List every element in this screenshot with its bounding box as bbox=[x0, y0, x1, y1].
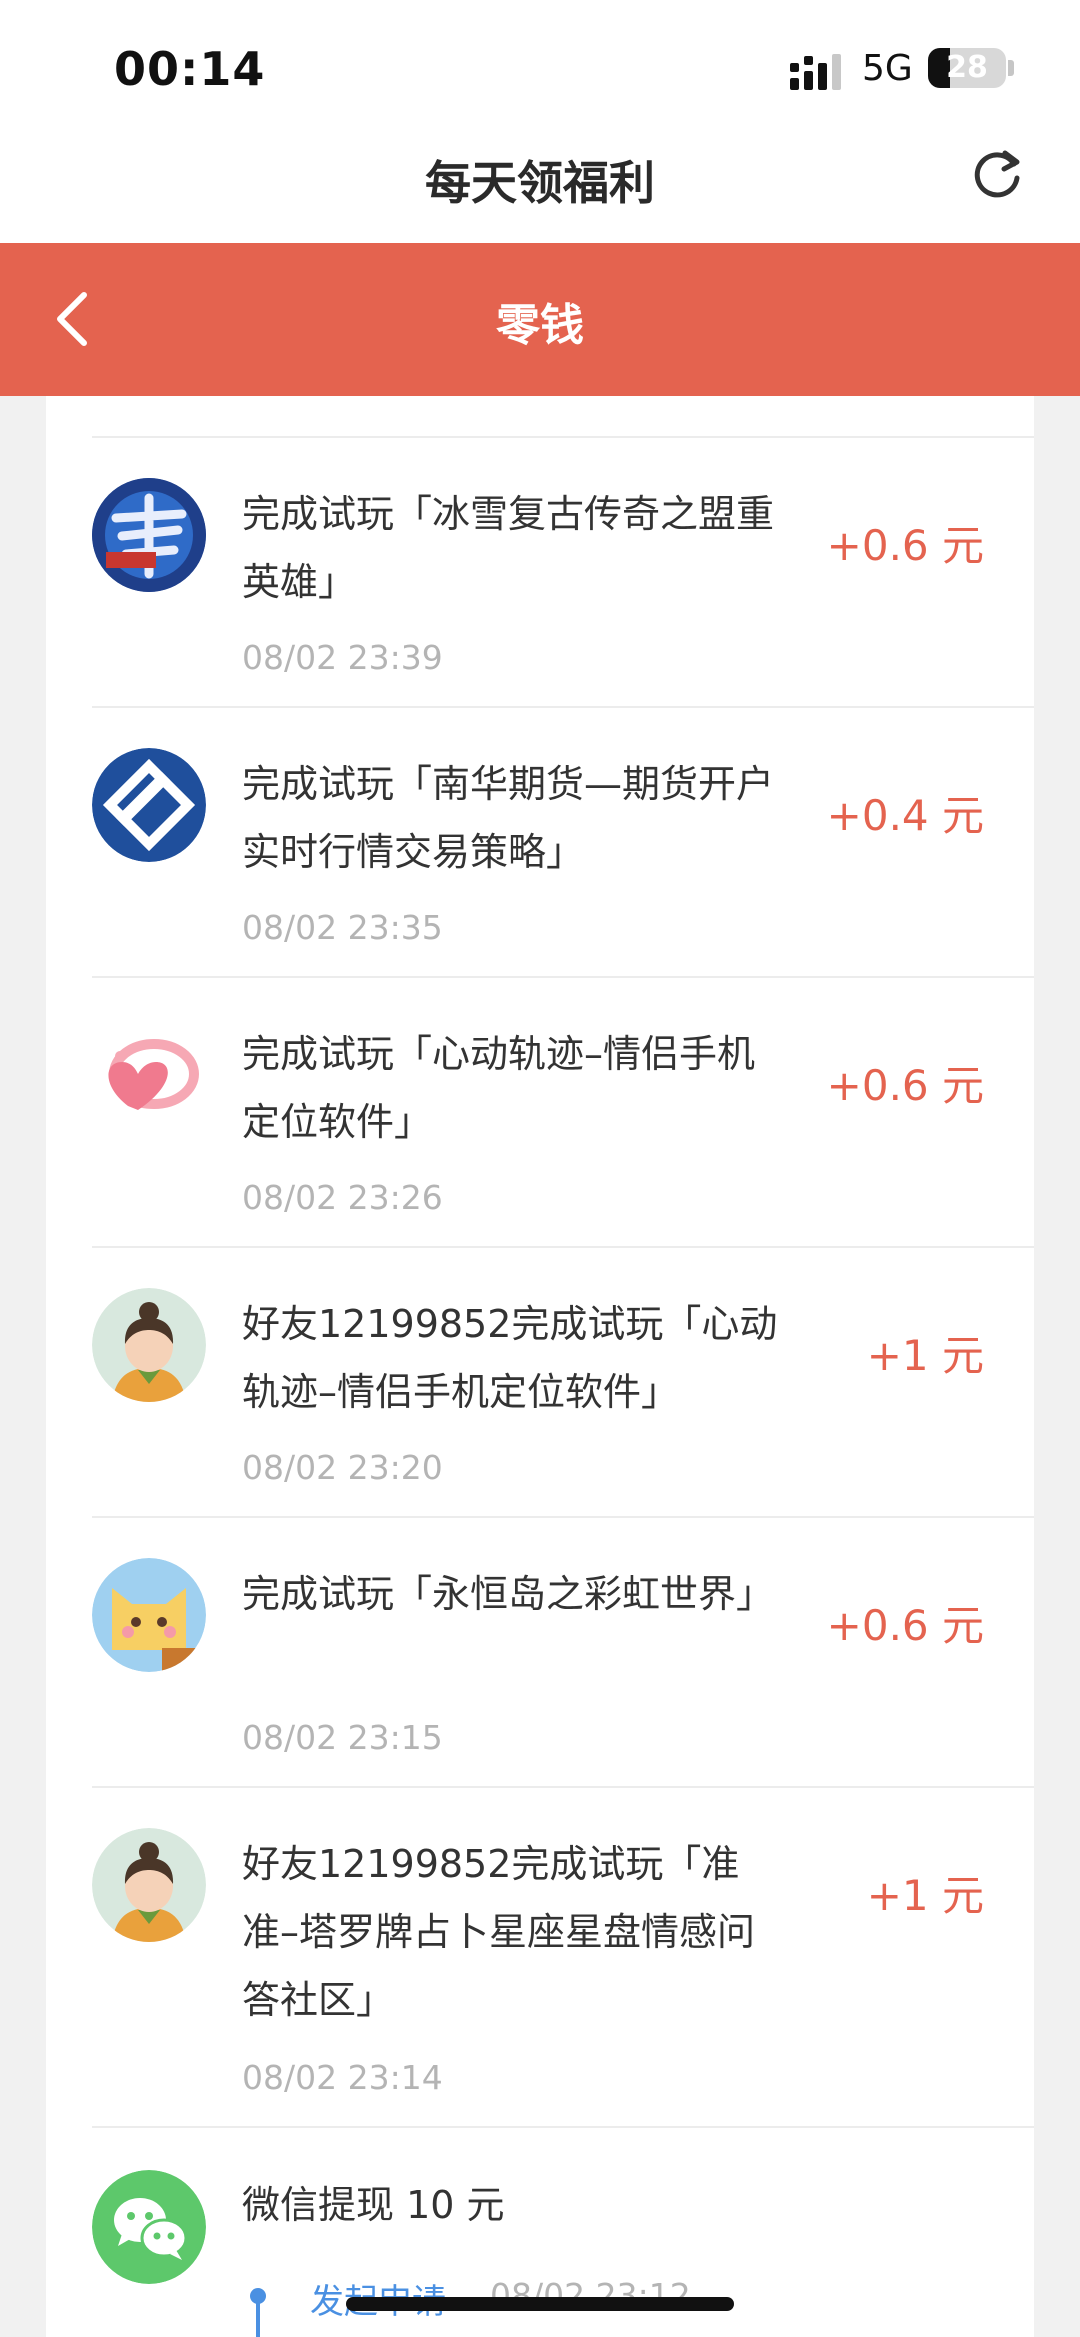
nav-title: 零钱 bbox=[496, 300, 584, 351]
record-title: 完成试玩「冰雪复古传奇之盟重英雄」 bbox=[242, 492, 775, 604]
list-item[interactable]: 完成试玩「冰雪复古传奇之盟重英雄」 08/02 23:39 +0.6 元 bbox=[46, 438, 1034, 706]
record-amount: +1 元 bbox=[866, 1871, 984, 1920]
status-bar: 00:14 5G 28 bbox=[0, 0, 1080, 135]
friend-avatar-icon bbox=[92, 1828, 206, 1942]
page-title: 每天领福利 bbox=[425, 156, 655, 210]
refresh-icon[interactable] bbox=[970, 145, 1026, 201]
heart-locator-icon bbox=[92, 1018, 206, 1132]
record-date: 08/02 23:15 bbox=[242, 1718, 443, 1757]
record-title: 完成试玩「南华期货—期货开户实时行情交易策略」 bbox=[242, 762, 775, 874]
wechat-icon bbox=[92, 2170, 206, 2284]
nav-bar: 零钱 bbox=[0, 243, 1080, 396]
record-title: 完成试玩「心动轨迹–情侣手机定位软件」 bbox=[242, 1032, 756, 1144]
record-date: 08/02 23:35 bbox=[242, 908, 443, 947]
record-title: 好友12199852完成试玩「心动轨迹–情侣手机定位软件」 bbox=[242, 1302, 778, 1414]
record-date: 08/02 23:39 bbox=[242, 638, 443, 677]
list-item[interactable]: 完成试玩「南华期货—期货开户实时行情交易策略」 08/02 23:35 +0.4… bbox=[46, 708, 1034, 976]
record-title: 完成试玩「永恒岛之彩虹世界」 bbox=[242, 1572, 775, 1616]
record-amount: +0.6 元 bbox=[826, 521, 984, 570]
battery-icon: 28 bbox=[928, 48, 1006, 88]
record-title: 好友12199852完成试玩「准准–塔罗牌占卜星座星盘情感问答社区」 bbox=[242, 1842, 756, 2022]
battery-level: 28 bbox=[946, 50, 988, 85]
game-dragon-icon bbox=[92, 478, 206, 592]
transaction-list: 完成试玩「冰雪复古传奇之盟重英雄」 08/02 23:39 +0.6 元 完成试… bbox=[46, 396, 1034, 2337]
timeline-line bbox=[256, 2302, 260, 2337]
record-date: 08/02 23:26 bbox=[242, 1178, 443, 1217]
withdrawal-title: 微信提现 10 元 bbox=[242, 2183, 505, 2227]
friend-avatar-icon bbox=[92, 1288, 206, 1402]
list-item[interactable]: 好友12199852完成试玩「准准–塔罗牌占卜星座星盘情感问答社区」 08/02… bbox=[46, 1788, 1034, 2126]
record-amount: +1 元 bbox=[866, 1331, 984, 1380]
list-item[interactable]: 好友12199852完成试玩「心动轨迹–情侣手机定位软件」 08/02 23:2… bbox=[46, 1248, 1034, 1516]
list-item[interactable]: 完成试玩「永恒岛之彩虹世界」 08/02 23:15 +0.6 元 bbox=[46, 1518, 1034, 1786]
record-amount: +0.6 元 bbox=[826, 1061, 984, 1110]
nanhua-futures-icon bbox=[92, 748, 206, 862]
battery-cap bbox=[1008, 60, 1014, 76]
record-date: 08/02 23:14 bbox=[242, 2058, 443, 2097]
title-bar: 每天领福利 bbox=[0, 135, 1080, 243]
list-item[interactable]: 完成试玩「心动轨迹–情侣手机定位软件」 08/02 23:26 +0.6 元 bbox=[46, 978, 1034, 1246]
cat-game-icon bbox=[92, 1558, 206, 1672]
record-date: 08/02 23:20 bbox=[242, 1448, 443, 1487]
signal-icon bbox=[790, 54, 841, 90]
status-time: 00:14 bbox=[114, 42, 266, 96]
home-indicator bbox=[346, 2297, 734, 2311]
record-amount: +0.4 元 bbox=[826, 791, 984, 840]
network-label: 5G bbox=[862, 48, 913, 89]
record-amount: +0.6 元 bbox=[826, 1601, 984, 1650]
